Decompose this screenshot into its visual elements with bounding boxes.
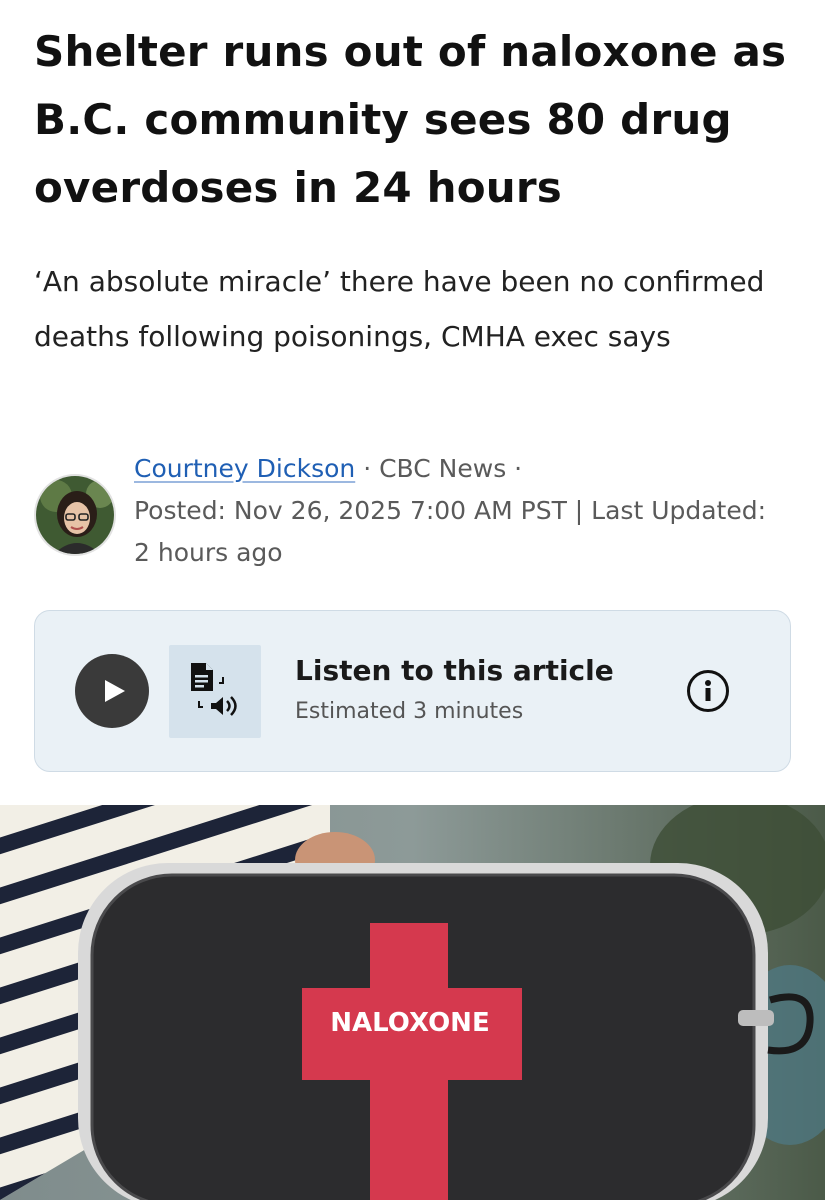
audio-player: Listen to this article Estimated 3 minut… — [34, 610, 791, 772]
player-title: Listen to this article — [295, 654, 614, 687]
article-headline: Shelter runs out of naloxone as B.C. com… — [34, 27, 787, 212]
player-duration: Estimated 3 minutes — [295, 699, 524, 724]
hero-image: NALOXONE — [0, 805, 825, 1200]
outlet-name: CBC News — [379, 454, 507, 483]
naloxone-label: NALOXONE — [330, 1008, 489, 1038]
separator-dot: · — [506, 454, 523, 483]
author-avatar[interactable] — [34, 474, 116, 556]
article-deck: ‘An absolute miracle’ there have been no… — [34, 265, 765, 353]
play-icon — [104, 680, 125, 702]
byline-meta: Courtney Dickson · CBC News · Posted: No… — [134, 448, 774, 574]
publish-date: Posted: Nov 26, 2025 7:00 AM PST | Last … — [134, 496, 767, 567]
info-icon — [705, 680, 711, 701]
byline: Courtney Dickson · CBC News · Posted: No… — [34, 448, 794, 578]
separator-dot: · — [363, 454, 380, 483]
text-to-speech-icon — [169, 645, 261, 738]
info-button[interactable] — [687, 670, 729, 712]
play-button[interactable] — [75, 654, 149, 728]
author-link[interactable]: Courtney Dickson — [134, 454, 355, 483]
